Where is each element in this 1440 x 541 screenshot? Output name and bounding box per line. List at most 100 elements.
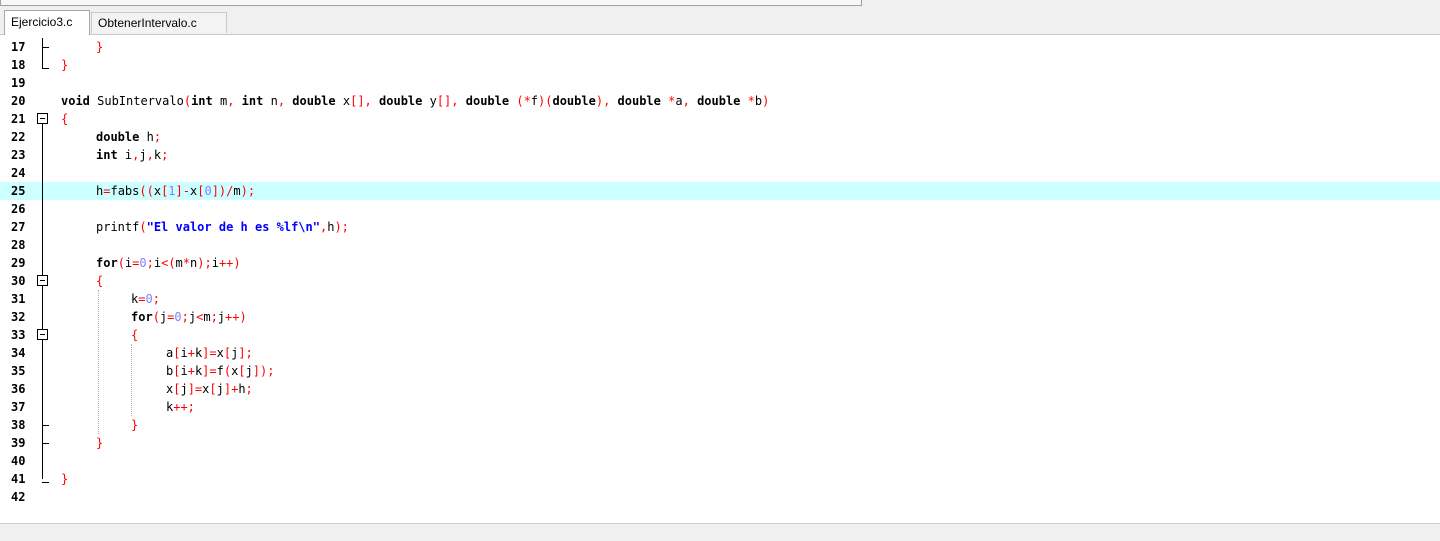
code-token: [ bbox=[223, 346, 232, 360]
code-text: x[j]=x[j]+h; bbox=[166, 380, 253, 398]
code-token: int bbox=[241, 94, 264, 108]
code-token: double bbox=[292, 94, 336, 108]
code-line[interactable]: 25 h=fabs((x[1]-x[0])/m); bbox=[0, 182, 1440, 200]
line-number: 41 bbox=[11, 472, 26, 486]
line-number: 39 bbox=[11, 436, 26, 450]
code-text: printf("El valor de h es %lf\n",h); bbox=[96, 218, 349, 236]
code-token: for bbox=[131, 310, 153, 324]
code-line[interactable]: 32 for(j=0;j<m;j++) bbox=[0, 308, 1440, 326]
code-line[interactable]: 42 bbox=[0, 488, 1440, 506]
code-token: } bbox=[131, 418, 139, 432]
code-line[interactable]: 22 double h; bbox=[0, 128, 1440, 146]
code-token: ( bbox=[152, 310, 160, 324]
code-text: { bbox=[96, 272, 103, 290]
fold-line bbox=[42, 38, 43, 68]
line-number: 42 bbox=[11, 490, 26, 504]
line-number: 19 bbox=[11, 76, 26, 90]
code-line[interactable]: 23 int i,j,k; bbox=[0, 146, 1440, 164]
line-number: 30 bbox=[11, 274, 26, 288]
code-line[interactable]: 21 { bbox=[0, 110, 1440, 128]
code-token: ), bbox=[595, 94, 611, 108]
code-line[interactable]: 33 { bbox=[0, 326, 1440, 344]
line-number: 36 bbox=[11, 382, 26, 396]
code-token: k bbox=[153, 148, 162, 162]
code-line[interactable]: 18} bbox=[0, 56, 1440, 74]
line-number: 37 bbox=[11, 400, 26, 414]
code-text: a[i+k]=x[j]; bbox=[166, 344, 253, 362]
fold-tick bbox=[42, 425, 49, 426]
code-text: int i,j,k; bbox=[96, 146, 168, 164]
code-token: * bbox=[182, 256, 191, 270]
code-token: x bbox=[153, 184, 162, 198]
code-token: i bbox=[180, 364, 188, 378]
tab-obtenerintervalo[interactable]: ObtenerIntervalo.c bbox=[91, 12, 227, 33]
code-token: ]); bbox=[252, 364, 275, 378]
code-token: ; bbox=[153, 130, 162, 144]
indent-guide bbox=[98, 290, 99, 434]
code-editor[interactable]: 17} 18} 19 20 void SubIntervalo(int m, int n… bbox=[0, 35, 1440, 523]
code-token: ++) bbox=[218, 256, 241, 270]
toolbar-edge bbox=[0, 0, 862, 6]
code-token: m bbox=[203, 310, 211, 324]
code-line[interactable]: 19 bbox=[0, 74, 1440, 92]
code-line[interactable]: 40 bbox=[0, 452, 1440, 470]
code-token: j bbox=[217, 310, 226, 324]
code-line[interactable]: 31 k=0; bbox=[0, 290, 1440, 308]
fold-collapse-icon[interactable] bbox=[37, 275, 48, 286]
code-token: ]= bbox=[202, 364, 217, 378]
code-token: { bbox=[61, 112, 69, 126]
code-token: printf bbox=[96, 220, 140, 234]
horizontal-scrollbar[interactable] bbox=[0, 523, 1440, 541]
code-line[interactable]: 38} bbox=[0, 416, 1440, 434]
code-token: a bbox=[675, 94, 683, 108]
code-token: int bbox=[96, 148, 118, 162]
code-line[interactable]: 36 x[j]=x[j]+h; bbox=[0, 380, 1440, 398]
code-line[interactable]: 35 b[i+k]=f(x[j]); bbox=[0, 362, 1440, 380]
code-token: i bbox=[211, 256, 219, 270]
code-text: } bbox=[96, 434, 103, 452]
code-token: ++) bbox=[225, 310, 247, 324]
code-text: k++; bbox=[166, 398, 195, 416]
fold-collapse-icon[interactable] bbox=[37, 113, 48, 124]
code-token: ; bbox=[210, 310, 218, 324]
code-token: for bbox=[96, 256, 118, 270]
code-line[interactable]: 26 bbox=[0, 200, 1440, 218]
code-token: ; bbox=[245, 382, 253, 396]
code-text: { bbox=[61, 110, 68, 128]
code-line[interactable]: 28 bbox=[0, 236, 1440, 254]
code-text: } bbox=[96, 38, 103, 56]
line-number: 21 bbox=[11, 112, 26, 126]
code-line[interactable]: 20 void SubIntervalo(int m, int n, double… bbox=[0, 92, 1440, 110]
code-line[interactable]: 17} bbox=[0, 38, 1440, 56]
code-line[interactable]: 37 k++; bbox=[0, 398, 1440, 416]
code-token: ])/ bbox=[211, 184, 234, 198]
editor-tab-bar: Ejercicio3.c ObtenerIntervalo.c bbox=[0, 8, 1440, 35]
fold-tick bbox=[42, 47, 49, 48]
code-token: m bbox=[175, 256, 183, 270]
line-number: 29 bbox=[11, 256, 26, 270]
title-bar-strip bbox=[0, 0, 1440, 8]
code-line[interactable]: 24 bbox=[0, 164, 1440, 182]
code-line[interactable]: 41} bbox=[0, 470, 1440, 488]
code-line[interactable]: 30 { bbox=[0, 272, 1440, 290]
fold-tick bbox=[42, 443, 49, 444]
code-token: f bbox=[216, 364, 224, 378]
code-line[interactable]: 34 a[i+k]=x[j]; bbox=[0, 344, 1440, 362]
fold-collapse-icon[interactable] bbox=[37, 329, 48, 340]
tab-ejercicio3[interactable]: Ejercicio3.c bbox=[4, 10, 90, 35]
code-token: f bbox=[530, 94, 539, 108]
code-line[interactable]: 27 printf("El valor de h es %lf\n",h); bbox=[0, 218, 1440, 236]
code-token: } bbox=[96, 436, 104, 450]
code-line[interactable]: 39} bbox=[0, 434, 1440, 452]
code-line[interactable]: 29 for(i=0;i<(m*n);i++) bbox=[0, 254, 1440, 272]
code-text: for(i=0;i<(m*n);i++) bbox=[96, 254, 241, 272]
code-token: double bbox=[96, 130, 140, 144]
code-token: x bbox=[335, 94, 351, 108]
code-token: SubIntervalo bbox=[89, 94, 184, 108]
code-token: double bbox=[552, 94, 596, 108]
line-number: 25 bbox=[11, 184, 26, 198]
code-token: 0 bbox=[139, 256, 147, 270]
